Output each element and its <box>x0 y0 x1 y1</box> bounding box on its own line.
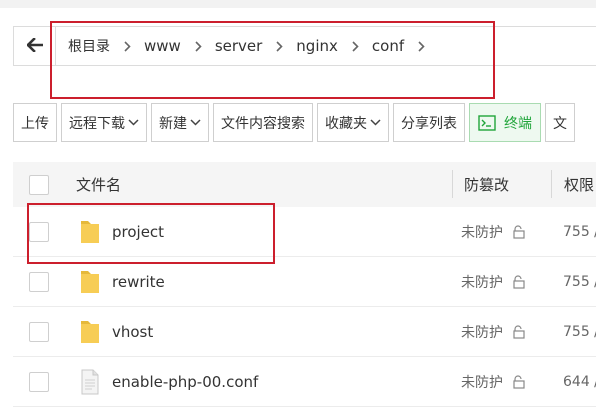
content-search-button[interactable]: 文件内容搜索 <box>213 103 313 142</box>
table-header: 文件名 防篡改 权限 <box>13 162 596 207</box>
new-label: 新建 <box>159 115 187 132</box>
chevron-down-icon <box>370 119 381 126</box>
path-bar: 根目录 www server nginx conf <box>13 26 596 66</box>
permission[interactable]: 755 / <box>563 224 596 240</box>
file-name[interactable]: project <box>112 223 164 241</box>
breadcrumb-item-www[interactable]: www <box>144 37 181 55</box>
unlock-icon[interactable] <box>512 275 526 289</box>
file-toolbar: 上传 远程下载 新建 文件内容搜索 收藏夹 分享列表 终端 文 <box>13 103 579 143</box>
table-row[interactable]: rewrite 未防护 755 / <box>13 257 596 307</box>
column-divider <box>452 170 453 198</box>
chevron-right-icon <box>195 40 202 52</box>
unlock-icon[interactable] <box>512 375 526 389</box>
file-name[interactable]: enable-php-00.conf <box>112 373 258 391</box>
row-checkbox[interactable] <box>29 372 49 392</box>
header-name[interactable]: 文件名 <box>76 162 121 207</box>
folder-icon <box>79 207 101 257</box>
favorites-label: 收藏夹 <box>325 115 367 132</box>
new-button[interactable]: 新建 <box>151 103 209 142</box>
row-checkbox[interactable] <box>29 322 49 342</box>
file-name[interactable]: rewrite <box>112 273 165 291</box>
favorites-button[interactable]: 收藏夹 <box>317 103 389 142</box>
unlock-icon[interactable] <box>512 225 526 239</box>
chevron-right-icon <box>276 40 283 52</box>
folder-icon <box>79 307 101 357</box>
table-row[interactable]: project 未防护 755 / <box>13 207 596 257</box>
terminal-button[interactable]: 终端 <box>469 103 541 142</box>
chevron-right-icon <box>352 40 359 52</box>
select-all-cell <box>29 162 49 207</box>
upload-button[interactable]: 上传 <box>13 103 57 142</box>
table-row[interactable]: enable-php-00.conf 未防护 644 / <box>13 357 596 407</box>
permission[interactable]: 755 / <box>563 324 596 340</box>
tamper-status: 未防护 <box>461 375 503 391</box>
file-more-button[interactable]: 文 <box>545 103 575 142</box>
permission[interactable]: 644 / <box>563 374 596 390</box>
breadcrumb-item-conf[interactable]: conf <box>372 37 404 55</box>
share-list-label: 分享列表 <box>401 115 457 132</box>
arrow-left-icon <box>25 36 43 56</box>
file-more-label: 文 <box>553 115 567 132</box>
breadcrumb: 根目录 www server nginx conf <box>56 27 438 65</box>
top-strip <box>0 0 596 8</box>
column-divider <box>551 170 552 198</box>
breadcrumb-item-nginx[interactable]: nginx <box>296 37 338 55</box>
chevron-right-icon <box>418 40 425 52</box>
tamper-status: 未防护 <box>461 225 503 241</box>
remote-download-label: 远程下载 <box>69 115 125 132</box>
file-icon <box>79 357 101 407</box>
terminal-icon <box>478 114 496 131</box>
row-checkbox[interactable] <box>29 272 49 292</box>
tamper-status: 未防护 <box>461 325 503 341</box>
upload-label: 上传 <box>21 115 49 132</box>
breadcrumb-item-server[interactable]: server <box>215 37 262 55</box>
permission[interactable]: 755 / <box>563 274 596 290</box>
remote-download-button[interactable]: 远程下载 <box>61 103 147 142</box>
content-search-label: 文件内容搜索 <box>221 115 305 132</box>
share-list-button[interactable]: 分享列表 <box>393 103 465 142</box>
file-name[interactable]: vhost <box>112 323 153 341</box>
terminal-label: 终端 <box>504 115 532 132</box>
header-perm[interactable]: 权限 <box>564 162 594 207</box>
tamper-status: 未防护 <box>461 275 503 291</box>
unlock-icon[interactable] <box>512 325 526 339</box>
select-all-checkbox[interactable] <box>29 174 49 195</box>
chevron-down-icon <box>190 119 201 126</box>
header-tamper[interactable]: 防篡改 <box>464 162 509 207</box>
chevron-down-icon <box>128 119 139 126</box>
row-checkbox[interactable] <box>29 222 49 242</box>
breadcrumb-item-root[interactable]: 根目录 <box>68 36 110 56</box>
chevron-right-icon <box>124 40 131 52</box>
folder-icon <box>79 257 101 307</box>
back-button[interactable] <box>14 27 56 65</box>
table-row[interactable]: vhost 未防护 755 / <box>13 307 596 357</box>
